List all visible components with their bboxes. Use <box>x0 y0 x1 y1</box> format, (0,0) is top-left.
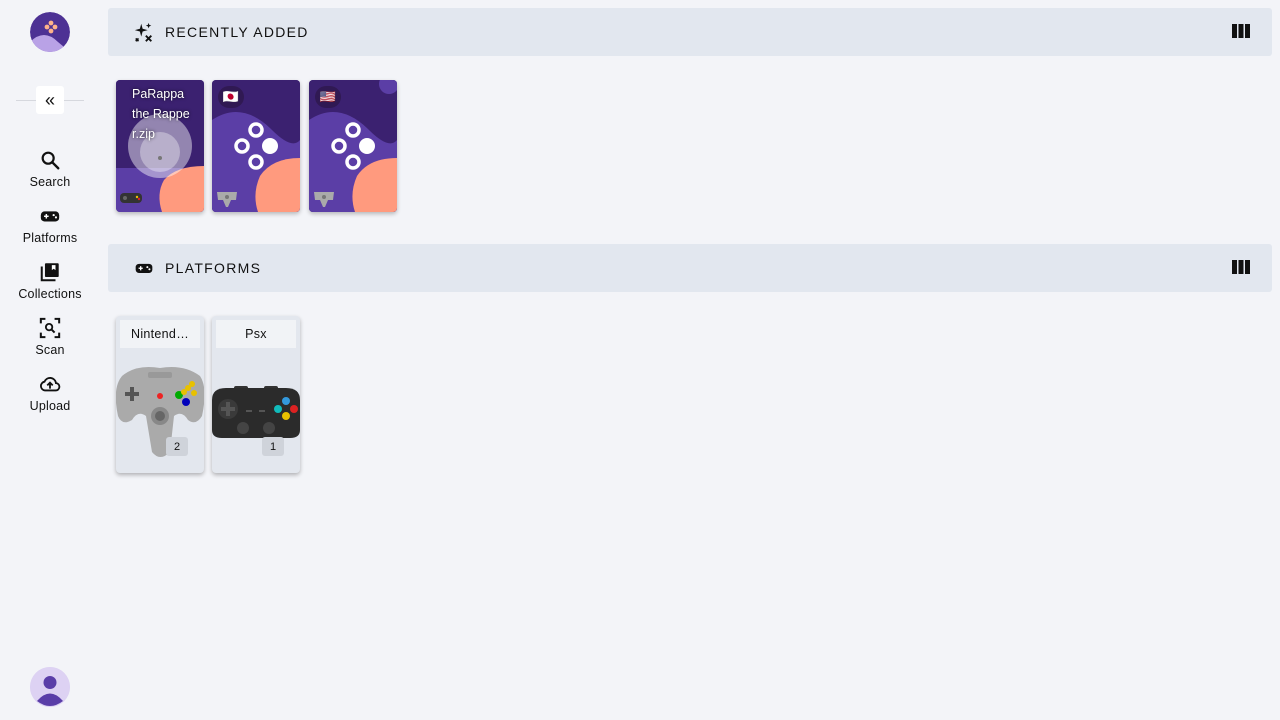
platform-card[interactable]: Nintendo 64 2 <box>116 316 204 473</box>
n64-controller-icon <box>116 367 204 457</box>
search-icon <box>38 148 62 172</box>
recently-added-header: RECENTLY ADDED <box>108 8 1272 56</box>
platforms-header: PLATFORMS <box>108 244 1272 292</box>
sparkle-icon <box>132 20 156 44</box>
region-flag: 🇯🇵 <box>218 86 244 108</box>
game-count-badge: 2 <box>166 437 188 456</box>
platform-name: Psx <box>216 320 296 348</box>
platform-name: Nintendo 64 <box>120 320 200 348</box>
n64-controller-icon <box>312 186 336 208</box>
psx-controller-icon <box>119 186 143 208</box>
game-title: PaRappa the Rapper.zip <box>132 87 190 141</box>
nav-item-search[interactable]: Search <box>0 148 100 198</box>
game-card[interactable]: 🇯🇵 <box>212 80 300 212</box>
collapse-row: « <box>16 86 84 116</box>
chevron-double-left-icon: « <box>44 90 55 110</box>
game-card[interactable]: 🇺🇸 <box>309 80 397 212</box>
nav-item-collections[interactable]: Collections <box>0 260 100 310</box>
platform-card[interactable]: Psx 1 <box>212 316 300 473</box>
nav-item-label: Collections <box>18 287 82 301</box>
user-avatar[interactable] <box>30 667 70 707</box>
collections-icon <box>38 260 62 284</box>
nav-item-label: Search <box>29 175 71 189</box>
game-count-badge: 1 <box>262 437 284 456</box>
gamepad-icon <box>38 204 62 228</box>
nav-item-platforms[interactable]: Platforms <box>0 204 100 254</box>
nav-item-upload[interactable]: Upload <box>0 372 100 422</box>
nav-item-scan[interactable]: Scan <box>0 316 100 366</box>
section-title: RECENTLY ADDED <box>165 24 309 40</box>
user-icon <box>30 667 70 707</box>
collapse-sidebar-button[interactable]: « <box>36 86 64 114</box>
nav-item-label: Upload <box>29 399 71 413</box>
nav-item-label: Scan <box>35 343 65 357</box>
view-columns-icon <box>1232 260 1250 274</box>
gamepad-logo-icon <box>30 12 70 52</box>
psx-controller-icon <box>212 386 300 438</box>
sidebar: « Search Platforms Collections Scan Uplo… <box>0 0 100 720</box>
view-columns-button[interactable] <box>1232 24 1250 40</box>
game-card[interactable]: PaRappa the Rapper.zip <box>116 80 204 212</box>
nav-item-label: Platforms <box>22 231 78 245</box>
n64-controller-icon <box>215 186 239 208</box>
view-columns-icon <box>1232 24 1250 38</box>
app-logo[interactable] <box>30 12 70 52</box>
view-columns-button[interactable] <box>1232 260 1250 276</box>
cloud-upload-icon <box>38 372 62 396</box>
scan-icon <box>38 316 62 340</box>
region-flag: 🇺🇸 <box>315 86 341 108</box>
section-title: PLATFORMS <box>165 260 262 276</box>
gamepad-icon <box>132 256 156 280</box>
